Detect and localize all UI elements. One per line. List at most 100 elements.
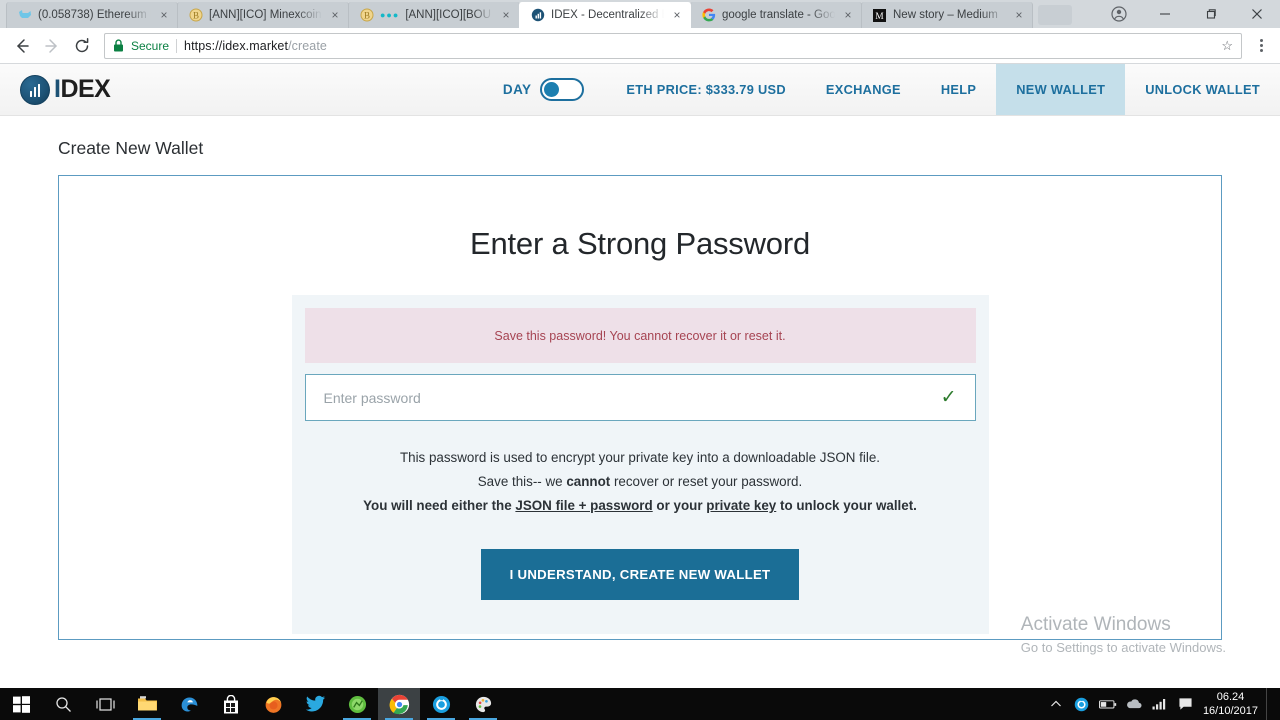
nav-item-new-wallet[interactable]: NEW WALLET	[996, 64, 1126, 115]
tab-title: [ANN][ICO][BOU	[405, 9, 491, 21]
idex-logo[interactable]: IDEX	[20, 64, 111, 115]
valid-check-icon: ✓	[940, 387, 957, 408]
paint-3d-button[interactable]	[462, 688, 504, 720]
nav-item-exchange[interactable]: EXCHANGE	[806, 64, 921, 115]
svg-text:B: B	[192, 11, 198, 21]
notification-icon[interactable]	[1173, 688, 1199, 720]
reload-button[interactable]	[68, 32, 96, 60]
tray-blue-circle-icon[interactable]	[1069, 688, 1095, 720]
new-tab-button[interactable]	[1038, 5, 1072, 25]
onedrive-cloud-icon[interactable]	[1121, 688, 1147, 720]
brand-letters-dex: DEX	[60, 75, 111, 103]
browser-tab[interactable]: B ●●● [ANN][ICO][BOU ×	[348, 2, 520, 28]
close-icon[interactable]: ×	[499, 8, 513, 22]
search-button[interactable]	[42, 688, 84, 720]
browser-tab[interactable]: google translate - Goo ×	[690, 2, 862, 28]
day-night-toggle[interactable]: DAY	[481, 64, 606, 115]
clock-time: 06.24	[1216, 691, 1245, 703]
tab-title: (0.058738) Ethereum ET	[38, 9, 151, 21]
microsoft-edge-button[interactable]	[168, 688, 210, 720]
close-icon[interactable]: ×	[1012, 8, 1026, 22]
panel-heading: Enter a Strong Password	[469, 226, 811, 261]
chrome-browser-window: (0.058738) Ethereum ET × B [ANN][ICO] Mi…	[0, 0, 1280, 688]
chrome-menu-button[interactable]	[1250, 33, 1272, 59]
close-icon[interactable]: ×	[328, 8, 342, 22]
battery-icon[interactable]	[1095, 688, 1121, 720]
cta-container: I UNDERSTAND, CREATE NEW WALLET	[305, 549, 976, 600]
nav-item-help[interactable]: HELP	[921, 64, 996, 115]
page-content: Create New Wallet Enter a Strong Passwor…	[0, 116, 1280, 640]
browser-tab[interactable]: M New story – Medium ×	[861, 2, 1033, 28]
nav-item-unlock-wallet[interactable]: UNLOCK WALLET	[1125, 64, 1280, 115]
toggle-knob	[544, 82, 560, 97]
mozilla-firefox-button[interactable]	[252, 688, 294, 720]
help-line-2-cannot: cannot	[566, 474, 611, 489]
green-app-button[interactable]	[336, 688, 378, 720]
back-button[interactable]	[8, 32, 36, 60]
idex-bar-chart-logo-icon	[20, 74, 50, 105]
google-chrome-button[interactable]	[378, 688, 420, 720]
private-key-link[interactable]: private key	[706, 498, 776, 513]
browser-tab-active[interactable]: IDEX - Decentralized Et ×	[519, 2, 691, 28]
file-explorer-button[interactable]	[126, 688, 168, 720]
help-line-3a: You will need either the	[363, 498, 516, 513]
show-hidden-icons-chevron-icon[interactable]	[1043, 688, 1069, 720]
signal-bars-icon[interactable]	[1147, 688, 1173, 720]
toggle-switch[interactable]	[540, 78, 585, 101]
help-line-2: Save this-- we cannot recover or reset y…	[305, 470, 976, 494]
profile-avatar-icon[interactable]	[1096, 0, 1142, 28]
lock-icon	[113, 39, 124, 52]
url-host: https://idex.market	[184, 38, 289, 53]
svg-text:B: B	[363, 11, 369, 21]
browser-toolbar: Secure https://idex.market/create ☆	[0, 28, 1280, 64]
bookmark-star-icon[interactable]: ☆	[1221, 38, 1233, 54]
tab-title: [ANN][ICO] Minexcoin	[209, 9, 322, 21]
help-line-2c: recover or reset your password.	[610, 474, 803, 489]
teal-dots-icon: ●●●	[380, 10, 400, 20]
tab-title: google translate - Goo	[722, 9, 835, 21]
blue-app-button[interactable]	[420, 688, 462, 720]
navbar-right: DAY ETH PRICE: $333.79 USD EXCHANGE HELP…	[481, 64, 1280, 115]
svg-text:M: M	[875, 12, 883, 22]
taskbar-clock[interactable]: 06.24 16/10/2017	[1199, 690, 1266, 718]
close-button[interactable]	[1234, 0, 1280, 28]
json-file-password-link[interactable]: JSON file + password	[515, 498, 652, 513]
close-icon[interactable]: ×	[670, 8, 684, 22]
task-view-button[interactable]	[84, 688, 126, 720]
help-line-3e: to unlock your wallet.	[776, 498, 917, 513]
close-icon[interactable]: ×	[841, 8, 855, 22]
microsoft-store-button[interactable]	[210, 688, 252, 720]
forward-button[interactable]	[38, 32, 66, 60]
close-icon[interactable]: ×	[157, 8, 171, 22]
url-path: /create	[288, 38, 327, 53]
medium-icon: M	[872, 8, 887, 23]
help-line-2a: Save this-- we	[477, 474, 567, 489]
bitcoin-icon: B	[188, 8, 203, 23]
help-line-3: You will need either the JSON file + pas…	[305, 494, 976, 518]
page-title: Create New Wallet	[58, 138, 204, 158]
twitter-button[interactable]	[294, 688, 336, 720]
password-input[interactable]	[323, 389, 931, 406]
create-wallet-panel: Enter a Strong Password Save this passwo…	[58, 175, 1222, 640]
create-new-wallet-button[interactable]: I UNDERSTAND, CREATE NEW WALLET	[480, 549, 800, 600]
password-warning-banner: Save this password! You cannot recover i…	[304, 308, 976, 363]
clock-date: 16/10/2017	[1202, 705, 1258, 717]
password-input-wrapper[interactable]: ✓	[304, 374, 976, 421]
browser-tab[interactable]: (0.058738) Ethereum ET ×	[6, 2, 178, 28]
tab-title: New story – Medium	[893, 9, 998, 21]
browser-tab[interactable]: B [ANN][ICO] Minexcoin ×	[177, 2, 349, 28]
windows-taskbar: 06.24 16/10/2017	[0, 688, 1280, 720]
maximize-button[interactable]	[1188, 0, 1234, 28]
address-bar[interactable]: Secure https://idex.market/create ☆	[104, 32, 1242, 59]
brand-wordmark: IDEX	[54, 75, 111, 103]
start-button[interactable]	[0, 688, 42, 720]
system-tray: 06.24 16/10/2017	[1043, 688, 1280, 720]
tab-title: IDEX - Decentralized Et	[551, 9, 664, 21]
nav-eth-price[interactable]: ETH PRICE: $333.79 USD	[606, 64, 806, 115]
password-form: Save this password! You cannot recover i…	[291, 295, 989, 634]
show-desktop-button[interactable]	[1266, 688, 1274, 720]
help-line-1: This password is used to encrypt your pr…	[399, 450, 881, 465]
bitcoin-icon: B	[359, 8, 374, 23]
window-controls	[1096, 0, 1280, 28]
minimize-button[interactable]	[1142, 0, 1188, 28]
